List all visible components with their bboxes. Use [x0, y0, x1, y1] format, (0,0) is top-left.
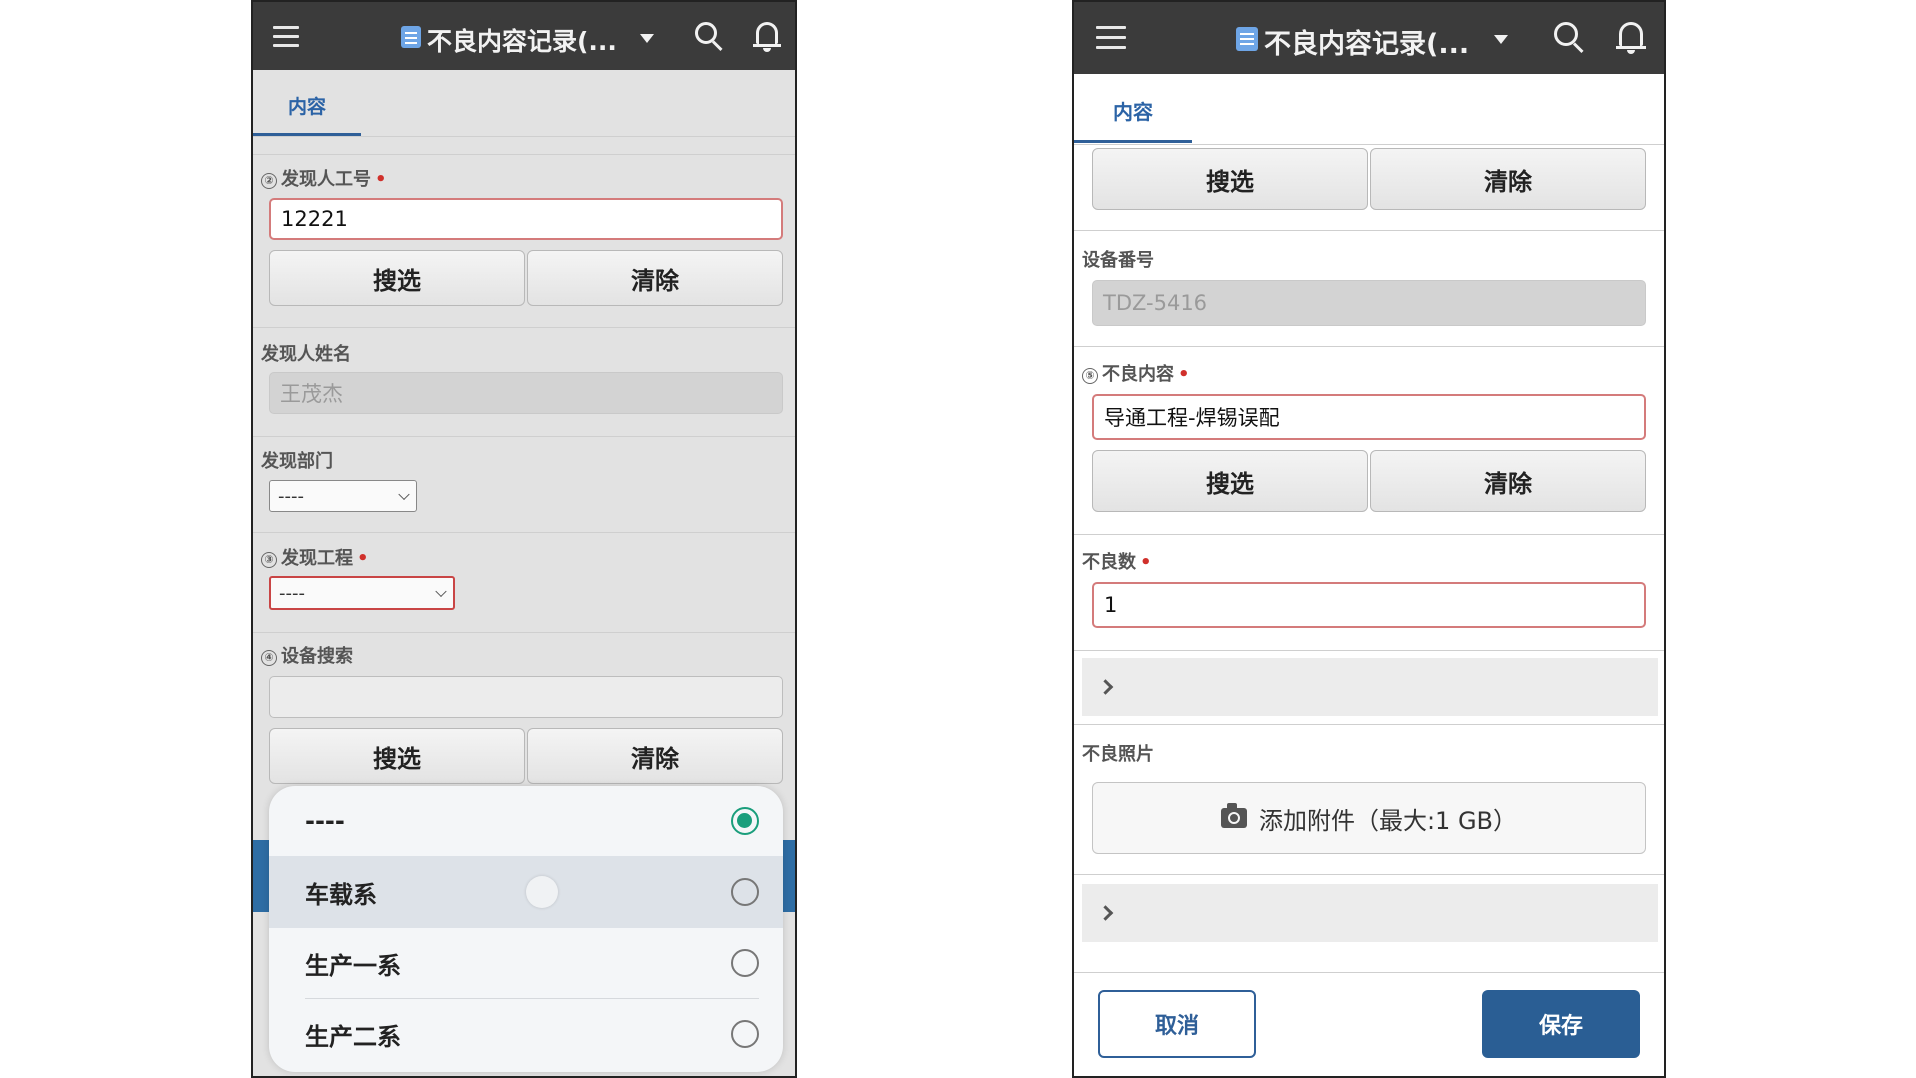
finder-id-field[interactable]: 12221 [269, 198, 783, 240]
picker-option[interactable]: 车载系 [269, 856, 783, 928]
photo-label: 不良照片 [1082, 744, 1154, 765]
chevron-down-icon [398, 488, 410, 501]
chevron-right-icon [1097, 905, 1114, 921]
picker-option[interactable]: 生产一系 [269, 928, 783, 998]
right-phone-screen: 不良内容记录(... 内容 搜选 清除 设备番号 TDZ-5416 ⑤ 不良内容 •… [1072, 0, 1666, 1078]
defect-search-button[interactable]: 搜选 [1092, 450, 1368, 512]
defect-clear-button[interactable]: 清除 [1370, 450, 1646, 512]
collapsible-section[interactable] [1082, 658, 1658, 716]
left-phone-screen: 不良内容记录(... 内容 ② 发现人工号 • 12221 搜选 清除 发现人姓名 … [251, 0, 797, 1078]
chevron-down-icon [435, 585, 447, 598]
bell-icon[interactable] [753, 22, 781, 54]
device-clear-button[interactable]: 清除 [527, 728, 783, 784]
chevron-down-icon[interactable] [640, 34, 654, 43]
menu-icon[interactable] [273, 26, 299, 48]
search-button[interactable]: 搜选 [1092, 148, 1368, 210]
tab-underline [1074, 140, 1192, 143]
process-options-picker: ---- 车载系 生产一系 生产二系 [269, 786, 783, 1072]
dept-select-value: ---- [278, 485, 304, 507]
process-select[interactable]: ---- [269, 576, 455, 610]
document-icon [1236, 27, 1258, 51]
menu-icon[interactable] [1096, 26, 1126, 50]
process-label: ③ 发现工程 • [261, 544, 369, 570]
app-header: 不良内容记录(... [1074, 2, 1664, 74]
bell-icon[interactable] [1616, 22, 1646, 56]
device-search-label: ④ 设备搜索 [261, 642, 353, 668]
picker-option[interactable]: 生产二系 [269, 999, 783, 1069]
camera-icon [1220, 803, 1247, 828]
radio-checked-icon[interactable] [731, 807, 759, 835]
collapsible-section[interactable] [1082, 884, 1658, 942]
touch-indicator-icon [526, 876, 558, 908]
finder-name-label: 发现人姓名 [261, 344, 351, 365]
chevron-right-icon [1097, 679, 1114, 695]
picker-option-label: 生产一系 [305, 951, 401, 980]
picker-option-label: 生产二系 [305, 1022, 401, 1051]
tab-content[interactable]: 内容 [1074, 96, 1192, 125]
defect-count-label: 不良数 • [1082, 552, 1152, 573]
document-icon [401, 26, 421, 48]
defect-field[interactable]: 导通工程-焊锡误配 [1092, 394, 1646, 440]
tab-bar: 内容 [253, 70, 795, 136]
chevron-down-icon[interactable] [1494, 35, 1508, 44]
radio-icon[interactable] [731, 949, 759, 977]
cancel-button[interactable]: 取消 [1098, 990, 1256, 1058]
finder-id-search-button[interactable]: 搜选 [269, 250, 525, 306]
app-header: 不良内容记录(... [253, 2, 795, 70]
device-no-field: TDZ-5416 [1092, 280, 1646, 326]
app-title[interactable]: 不良内容记录(... [427, 22, 617, 58]
save-button[interactable]: 保存 [1482, 990, 1640, 1058]
dept-select[interactable]: ---- [269, 480, 417, 512]
add-attachment-button[interactable]: 添加附件（最大:1 GB） [1092, 782, 1646, 854]
process-select-value: ---- [279, 582, 305, 604]
device-search-field[interactable] [269, 676, 783, 718]
app-title[interactable]: 不良内容记录(... [1264, 22, 1469, 61]
search-icon[interactable] [695, 22, 725, 52]
tab-bar: 内容 [1074, 74, 1664, 144]
picker-option[interactable]: ---- [269, 786, 783, 856]
add-attachment-label: 添加附件（最大:1 GB） [1258, 806, 1518, 835]
tab-content[interactable]: 内容 [253, 92, 361, 119]
radio-icon[interactable] [731, 878, 759, 906]
device-no-label: 设备番号 [1082, 250, 1154, 271]
picker-option-label: 车载系 [305, 880, 377, 909]
defect-count-field[interactable]: 1 [1092, 582, 1646, 628]
finder-id-label: ② 发现人工号 • [261, 165, 387, 191]
dept-label: 发现部门 [261, 451, 333, 472]
device-search-button[interactable]: 搜选 [269, 728, 525, 784]
defect-label: ⑤ 不良内容 • [1082, 360, 1190, 386]
picker-option-label: ---- [305, 807, 345, 835]
finder-id-clear-button[interactable]: 清除 [527, 250, 783, 306]
radio-icon[interactable] [731, 1020, 759, 1048]
finder-name-field: 王茂杰 [269, 372, 783, 414]
search-icon[interactable] [1554, 22, 1586, 54]
clear-button[interactable]: 清除 [1370, 148, 1646, 210]
